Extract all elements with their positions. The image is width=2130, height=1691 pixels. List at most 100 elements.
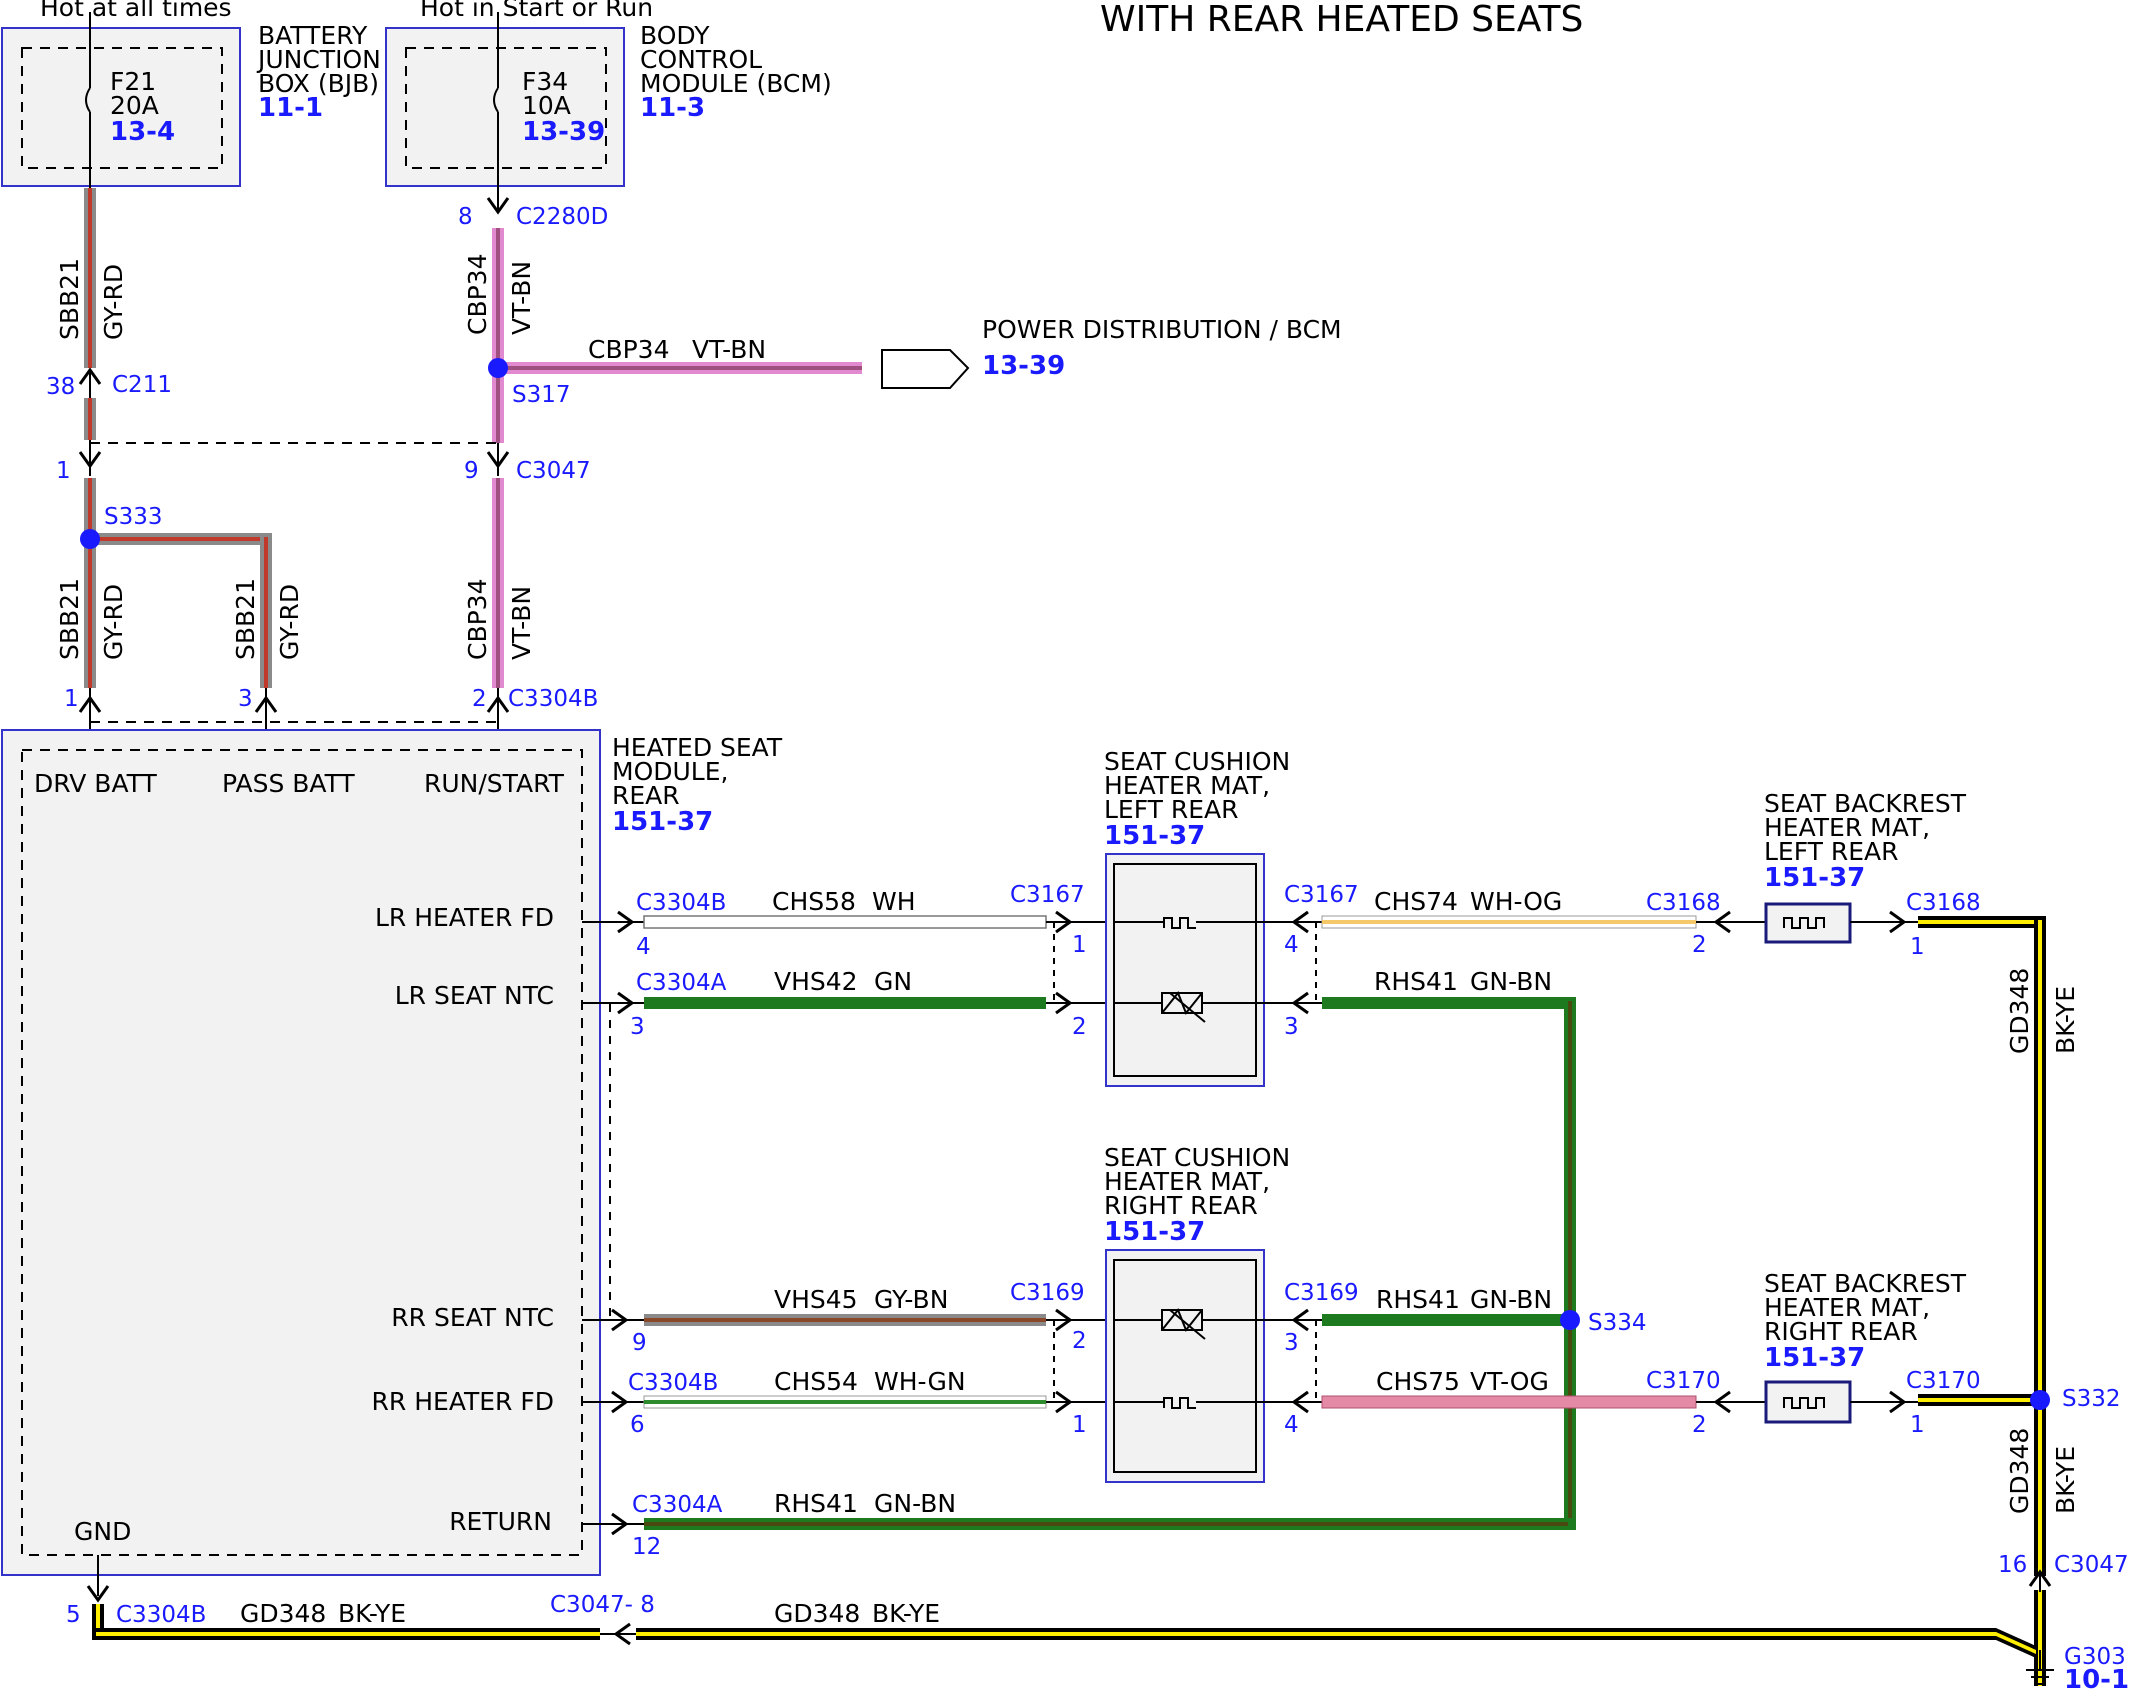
c3047-right-name: C3047 [516,458,591,484]
wire-cbp34-bottom [492,478,504,688]
lr-ntc-conn: C3304A [636,970,727,996]
gd348-vert-bot-circuit: GD348 [2005,1428,2034,1514]
sbb21-mid-color: GY-RD [275,584,304,660]
wire-rhs41-return [644,1518,1576,1530]
splice-s332-label: S332 [2062,1386,2121,1412]
splice-s334-label: S334 [1588,1310,1647,1336]
bcm-fuse-ref: 13-39 [522,117,605,147]
gd348-vert-bot-color: BK-YE [2051,1446,2080,1514]
diagram-title: WITH REAR HEATED SEATS [1100,0,1583,40]
vhs42-circuit: VHS42 [774,967,858,996]
sbb21-left-color: GY-RD [99,584,128,660]
wire-rhs41-a [1322,997,1576,1527]
g303-ref: 10-18 [2064,1665,2130,1691]
gd348-left-color: BK-YE [338,1599,406,1628]
bjb-fuse-amp: 20A [110,91,159,120]
backrest-rr-name-3: RIGHT REAR [1764,1317,1918,1346]
c3047-gnd-label: C3047- 8 [550,1592,655,1618]
cushion-lr-pin-l2: 2 [1072,1014,1087,1040]
bcm-ref: 11-3 [640,93,705,123]
backrest-rr-pin-right: 1 [1910,1412,1925,1438]
wire-chs74 [1321,915,1697,929]
pin-rr-heater-fd: RR HEATER FD [372,1387,554,1416]
module-ref: 151-37 [612,807,713,837]
wire-sbb21-top [84,188,96,440]
rr-heater-conn: C3304B [628,1370,718,1396]
rhs41-b-circuit: RHS41 [1376,1285,1460,1314]
return-pin: 12 [632,1534,661,1560]
wire-rhs41-b [1322,1314,1570,1326]
wiring-diagram: WITH REAR HEATED SEATS Hot at all times … [1,0,2130,1691]
c3047-right-pin: 9 [464,458,479,484]
wire-chs75 [1321,1395,1697,1409]
cushion-lr-box [1105,853,1265,1087]
pin-lr-seat-ntc: LR SEAT NTC [395,981,554,1010]
c3047-right-pin: 16 [1998,1552,2027,1578]
backrest-rr-conn-right: C3170 [1906,1368,1981,1394]
gd348-left-circuit: GD348 [240,1599,326,1628]
bjb-hot-label: Hot at all times [40,0,232,22]
backrest-lr-pin-left: 2 [1692,932,1707,958]
return-circuit: RHS41 [774,1489,858,1518]
gnd-conn-pin: 5 [66,1602,81,1628]
wire-chs58 [643,915,1047,929]
cushion-rr-ref: 151-37 [1104,1217,1205,1247]
splice-s334 [1560,1310,1580,1330]
bcm-fuse-amp: 10A [522,91,571,120]
cbp34-top-color: VT-BN [507,261,536,335]
c3304b-top-name: C3304B [508,686,598,712]
splice-s317 [488,358,508,378]
cushion-lr-pin-l1: 1 [1072,932,1087,958]
wire-cbp34-horizontal [500,362,862,374]
backrest-lr-box [1764,902,1852,944]
bcm-box [385,12,625,210]
rhs41-a-circuit: RHS41 [1374,967,1458,996]
c3304b-pin2: 2 [472,686,487,712]
bjb-ref: 11-1 [258,93,323,123]
cushion-lr-pin-r4: 4 [1284,932,1299,958]
cushion-rr-pin-l2: 2 [1072,1328,1087,1354]
rhs41-a-color: GN-BN [1470,967,1552,996]
pin-pass-batt: PASS BATT [222,769,355,798]
backrest-rr-conn-left: C3170 [1646,1368,1721,1394]
c3047-right-name: C3047 [2054,1552,2129,1578]
splice-s333 [80,529,100,549]
return-color: GN-BN [874,1489,956,1518]
chs75-color: VT-OG [1470,1367,1549,1396]
backrest-lr-conn-right: C3168 [1906,890,1981,916]
wire-vhs42 [644,997,1046,1009]
c2280d-name: C2280D [516,204,608,230]
cbp34-bot-circuit: CBP34 [463,579,492,661]
c211-name: C211 [112,372,172,398]
rhs41-b-color: GN-BN [1470,1285,1552,1314]
cushion-lr-conn-right: C3167 [1284,882,1359,908]
cushion-lr-name-3: LEFT REAR [1104,795,1239,824]
gd348-right-color: BK-YE [872,1599,940,1628]
sbb21-left-circuit: SBB21 [55,578,84,660]
cbp34-bot-color: VT-BN [507,586,536,660]
chs58-color: WH [872,887,916,916]
cbp34-top-circuit: CBP34 [463,254,492,336]
c3304b-pin1: 1 [64,686,79,712]
backrest-lr-name-3: LEFT REAR [1764,837,1899,866]
c3047-left-pin: 1 [56,458,71,484]
c2280d-pin: 8 [458,204,473,230]
pin-gnd: GND [74,1517,131,1546]
power-dist-label: POWER DISTRIBUTION / BCM [982,315,1342,344]
wire-chs54 [643,1395,1047,1409]
wire-cbp34-top [492,228,504,443]
cushion-rr-conn-left: C3169 [1010,1280,1085,1306]
heated-seat-module [1,729,601,1576]
chs74-circuit: CHS74 [1374,887,1458,916]
sbb21-top-color: GY-RD [99,264,128,340]
pin-run-start: RUN/START [424,769,565,798]
splice-s332 [2030,1390,2050,1410]
backrest-lr-pin-right: 1 [1910,934,1925,960]
power-dist-ref: 13-39 [982,351,1065,381]
rr-ntc-pin: 9 [632,1330,647,1356]
sbb21-mid-circuit: SBB21 [231,578,260,660]
chs54-color: WH-GN [874,1367,966,1396]
backrest-lr-ref: 151-37 [1764,863,1865,893]
bjb-fuse-ref: 13-4 [110,117,175,147]
vhs45-color: GY-BN [874,1285,948,1314]
